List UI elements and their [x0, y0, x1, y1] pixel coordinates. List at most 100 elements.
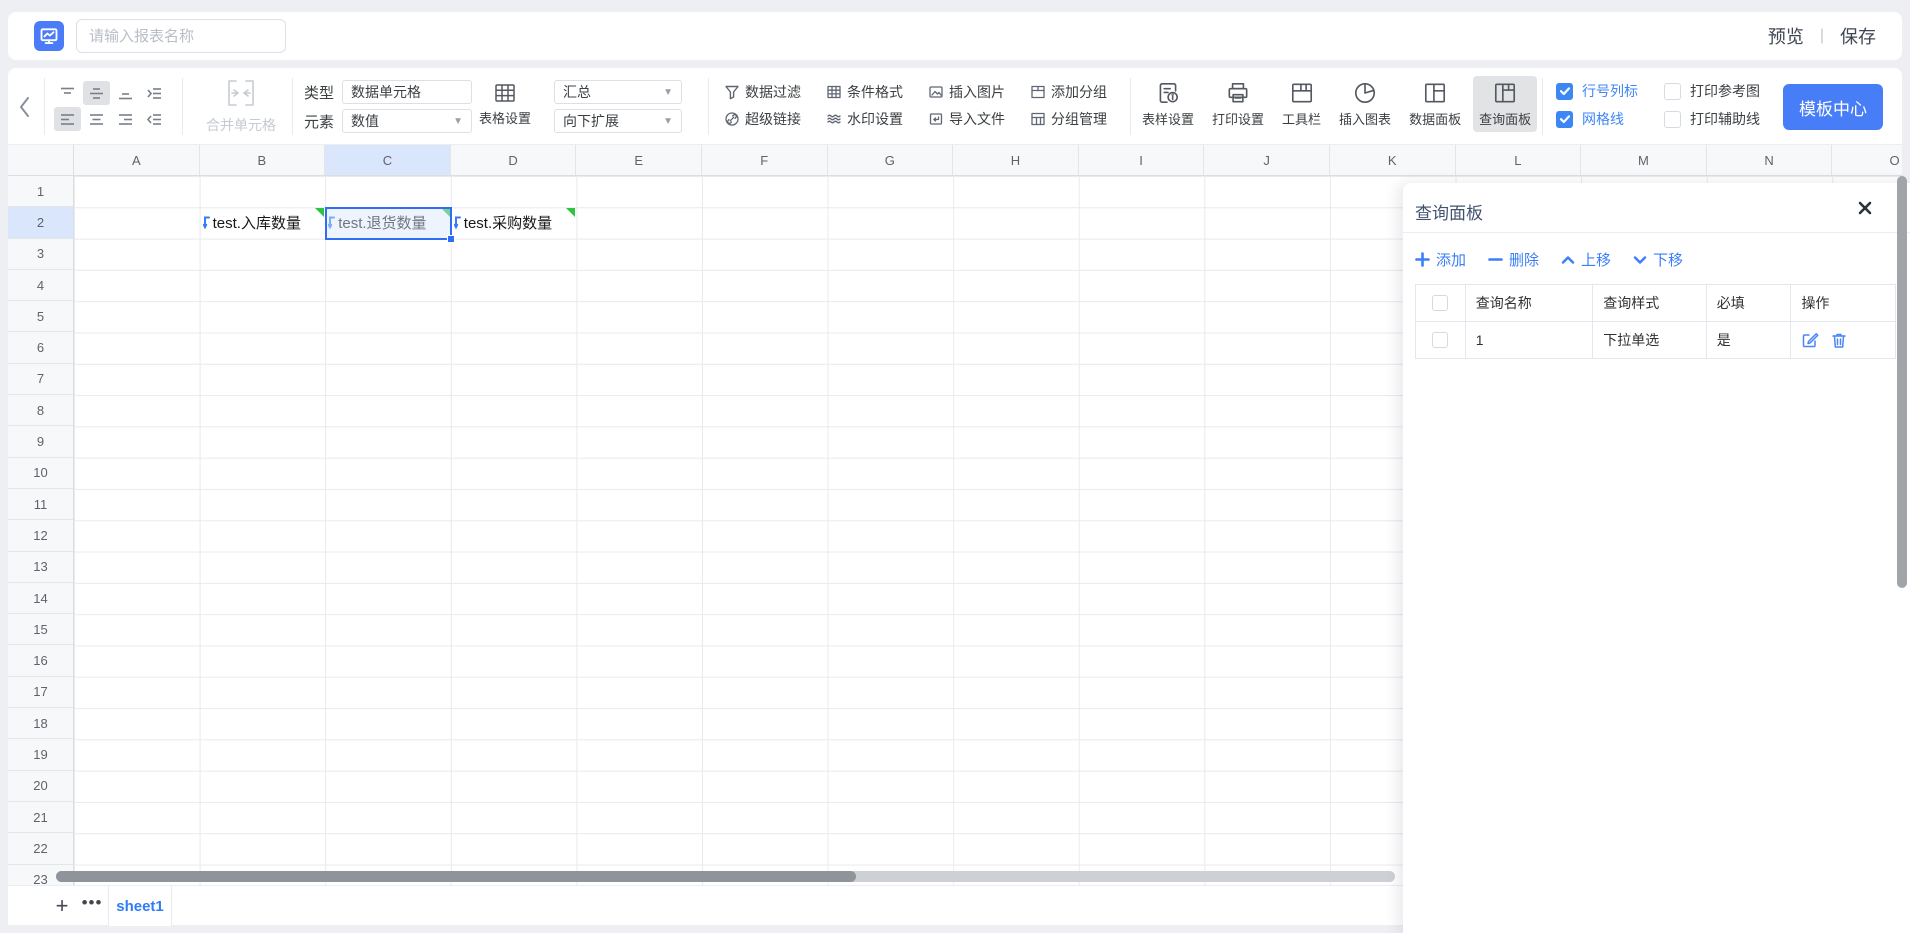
column-header-H[interactable]: H	[953, 145, 1079, 175]
row-header-15[interactable]: 15	[8, 614, 73, 645]
cell-selection-C2[interactable]	[325, 207, 452, 239]
add-sheet-button[interactable]: +	[48, 892, 76, 920]
row-header-9[interactable]: 9	[8, 426, 73, 457]
row-header-16[interactable]: 16	[8, 645, 73, 676]
row-header-7[interactable]: 7	[8, 364, 73, 395]
row-header-14[interactable]: 14	[8, 583, 73, 614]
grid-corner[interactable]	[8, 145, 74, 176]
valign-bottom-icon[interactable]	[112, 81, 139, 105]
halign-center-icon[interactable]	[83, 107, 110, 131]
row-header-19[interactable]: 19	[8, 739, 73, 770]
column-header-B[interactable]: B	[200, 145, 326, 175]
print-reference-checkbox[interactable]: 打印参考图	[1664, 81, 1760, 101]
column-header-G[interactable]: G	[828, 145, 954, 175]
row-header-10[interactable]: 10	[8, 458, 73, 489]
element-select[interactable]: 数值▼	[342, 109, 472, 133]
type-select[interactable]: 数据单元格	[342, 80, 472, 104]
column-header-E[interactable]: E	[576, 145, 702, 175]
gridlines-checkbox[interactable]: 网格线	[1556, 109, 1638, 129]
cell-B2[interactable]: test.入库数量	[200, 207, 326, 238]
row-col-header-checkbox[interactable]: 行号列标	[1556, 81, 1638, 101]
column-header-O[interactable]: O	[1832, 145, 1902, 175]
row-header-11[interactable]: 11	[8, 489, 73, 520]
row-checkbox[interactable]	[1432, 332, 1448, 348]
template-center-button[interactable]: 模板中心	[1783, 84, 1883, 130]
collapse-toolbar-icon[interactable]	[18, 96, 32, 118]
indent-icon[interactable]	[141, 81, 168, 105]
column-header-K[interactable]: K	[1330, 145, 1456, 175]
print-guides-checkbox[interactable]: 打印辅助线	[1664, 109, 1760, 129]
sheet-more-button[interactable]: •••	[78, 889, 106, 917]
row-header-18[interactable]: 18	[8, 708, 73, 739]
row-header-12[interactable]: 12	[8, 520, 73, 551]
type-label: 类型	[304, 82, 334, 103]
column-header-N[interactable]: N	[1707, 145, 1833, 175]
printer-icon	[1225, 80, 1251, 106]
toolbar-panel-button[interactable]: 工具栏	[1276, 76, 1327, 132]
column-header-J[interactable]: J	[1204, 145, 1330, 175]
valign-middle-icon[interactable]	[83, 81, 110, 105]
chevron-down-icon: ▼	[663, 116, 673, 127]
query-col-header: 查询名称	[1466, 285, 1593, 321]
row-header-8[interactable]: 8	[8, 395, 73, 426]
column-header-F[interactable]: F	[702, 145, 828, 175]
row-header-1[interactable]: 1	[8, 176, 73, 207]
sheet-tab-sheet1[interactable]: sheet1	[109, 886, 171, 926]
cell-D2[interactable]: test.采购数量	[451, 207, 577, 238]
vertical-scrollbar-thumb[interactable]	[1897, 176, 1907, 588]
print-settings-button[interactable]: 打印设置	[1206, 76, 1270, 132]
watermark-button[interactable]: 水印设置	[826, 106, 928, 132]
query-panel-button[interactable]: 查询面板	[1473, 76, 1537, 132]
edit-icon[interactable]	[1801, 331, 1819, 349]
preview-button[interactable]: 预览	[1768, 23, 1804, 49]
row-header-21[interactable]: 21	[8, 802, 73, 833]
select-all-checkbox[interactable]	[1432, 295, 1448, 311]
style-settings-button[interactable]: 表样设置	[1136, 76, 1200, 132]
insert-image-button[interactable]: 插入图片	[928, 79, 1030, 105]
delete-icon[interactable]	[1831, 332, 1847, 349]
group-manage-button[interactable]: 分组管理	[1030, 106, 1132, 132]
table-settings-button[interactable]: 表格设置	[470, 77, 540, 131]
column-header-M[interactable]: M	[1581, 145, 1707, 175]
query-move-down-button[interactable]: 下移	[1633, 249, 1683, 270]
row-header-20[interactable]: 20	[8, 771, 73, 802]
column-header-D[interactable]: D	[451, 145, 577, 175]
row-header-13[interactable]: 13	[8, 552, 73, 583]
row-header-2[interactable]: 2	[8, 207, 73, 238]
column-header-A[interactable]: A	[74, 145, 200, 175]
fill-handle[interactable]	[447, 235, 455, 243]
add-group-button[interactable]: 添加分组	[1030, 79, 1132, 105]
checkbox-icon	[1556, 111, 1573, 128]
horizontal-scrollbar-thumb[interactable]	[56, 871, 856, 882]
row-header-4[interactable]: 4	[8, 270, 73, 301]
row-header-17[interactable]: 17	[8, 677, 73, 708]
column-header-L[interactable]: L	[1456, 145, 1582, 175]
expand-select[interactable]: 向下扩展▼	[554, 109, 682, 133]
chevron-down-icon	[1633, 253, 1647, 267]
valign-top-icon[interactable]	[54, 81, 81, 105]
outdent-icon[interactable]	[141, 107, 168, 131]
conditional-format-button[interactable]: 条件格式	[826, 79, 928, 105]
insert-chart-button[interactable]: 插入图表	[1333, 76, 1397, 132]
row-header-6[interactable]: 6	[8, 332, 73, 363]
data-panel-button[interactable]: 数据面板	[1403, 76, 1467, 132]
summary-select[interactable]: 汇总▼	[554, 80, 682, 104]
data-filter-button[interactable]: 数据过滤	[724, 79, 826, 105]
horizontal-scrollbar-track[interactable]	[56, 871, 1395, 882]
column-header-C[interactable]: C	[325, 145, 451, 175]
halign-left-icon[interactable]	[54, 107, 81, 131]
query-move-up-button[interactable]: 上移	[1561, 249, 1611, 270]
halign-right-icon[interactable]	[112, 107, 139, 131]
row-header-5[interactable]: 5	[8, 301, 73, 332]
report-name-input[interactable]	[76, 19, 286, 53]
column-header-I[interactable]: I	[1079, 145, 1205, 175]
hyperlink-button[interactable]: 超级链接	[724, 106, 826, 132]
save-button[interactable]: 保存	[1840, 23, 1876, 49]
query-add-button[interactable]: 添加	[1415, 249, 1466, 270]
row-header-3[interactable]: 3	[8, 239, 73, 270]
import-file-button[interactable]: 导入文件	[928, 106, 1030, 132]
row-header-22[interactable]: 22	[8, 833, 73, 864]
close-icon[interactable]	[1856, 199, 1874, 217]
query-delete-button[interactable]: 删除	[1488, 249, 1539, 270]
merge-cells-button[interactable]: 合并单元格	[196, 78, 286, 135]
